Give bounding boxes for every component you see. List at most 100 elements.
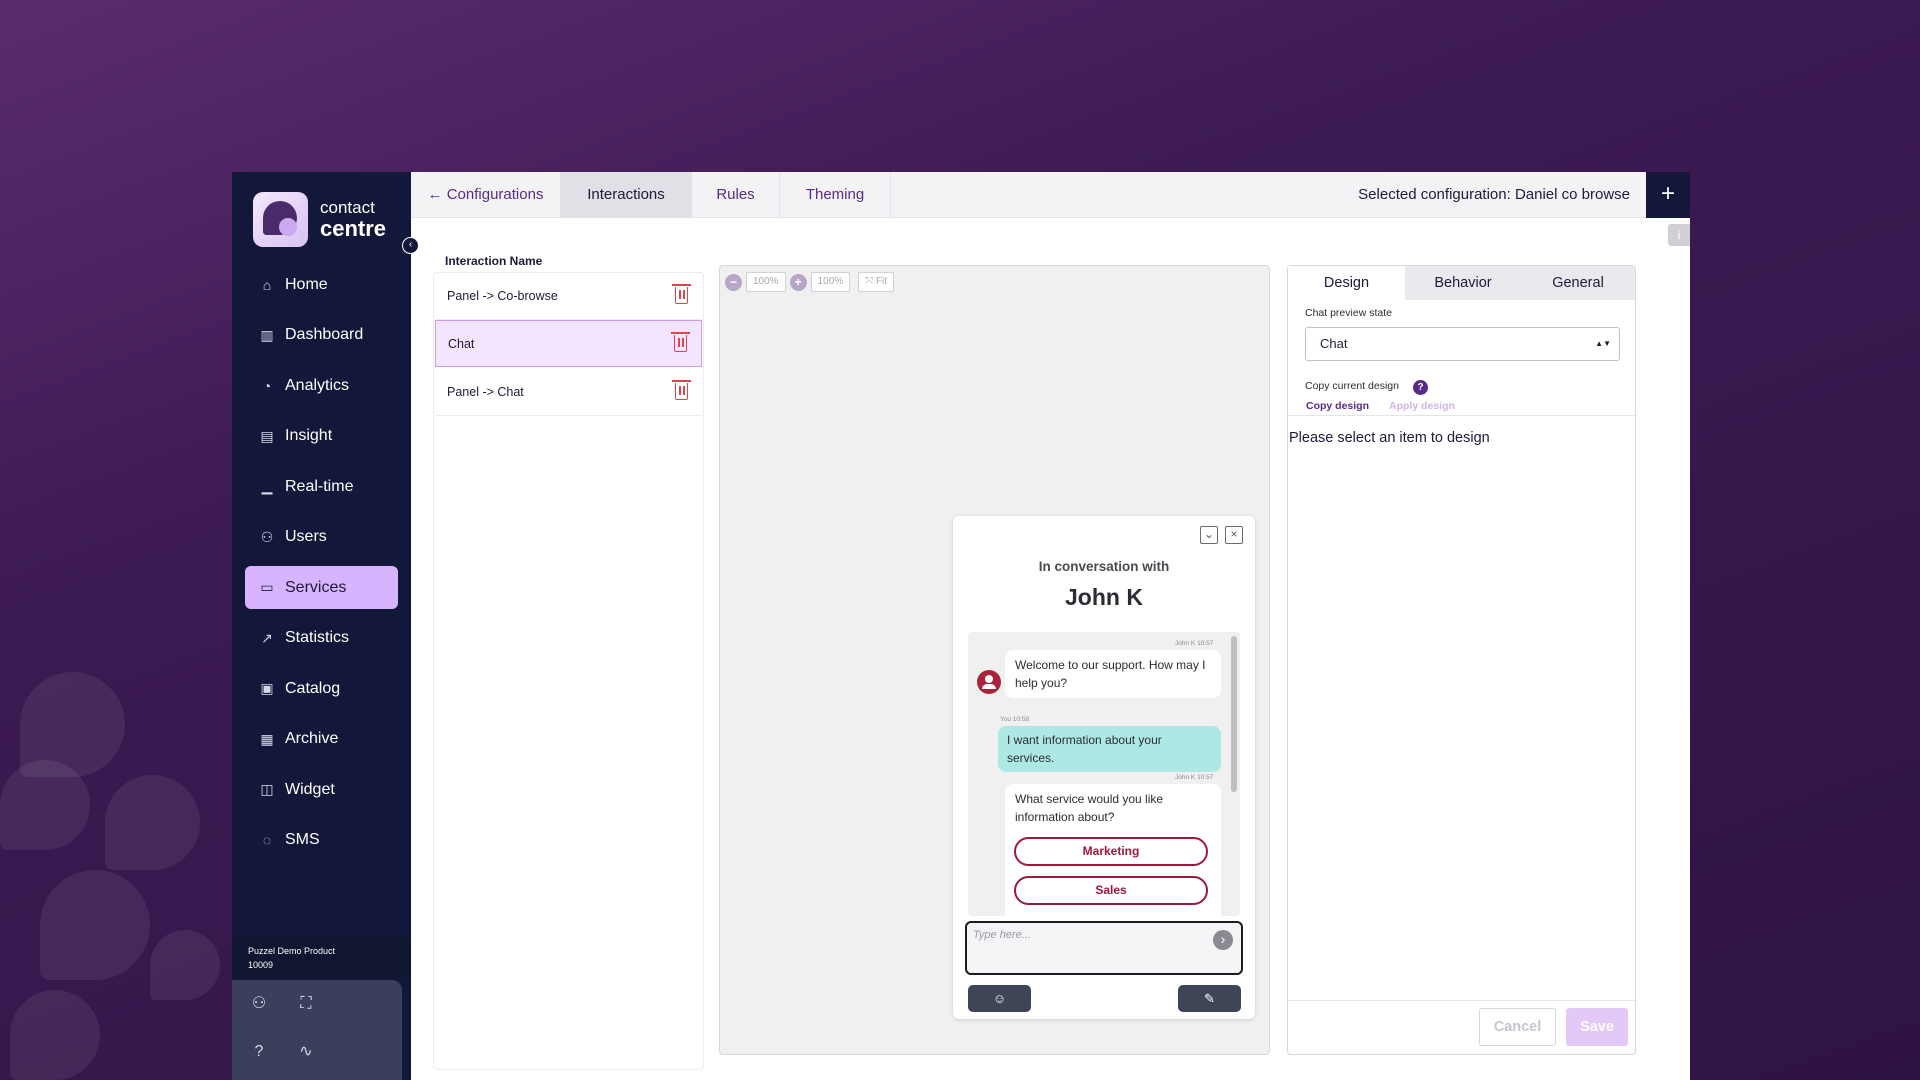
zoom-value[interactable]: 100% (810, 272, 851, 292)
cancel-button[interactable]: Cancel (1479, 1008, 1556, 1046)
chat-preview-state-select[interactable]: Chat ▲▼ (1305, 327, 1620, 361)
list-item[interactable]: Chat (435, 320, 702, 367)
sidebar-nav: ⌂ Home ▥ Dashboard ◔ Analytics ▤ Insight ▁ Re… (245, 263, 398, 869)
tab-rules[interactable]: Rules (692, 172, 780, 218)
sidebar-item-home[interactable]: ⌂ Home (245, 263, 398, 306)
product-id: 10009 (248, 960, 274, 970)
paperclip-icon: ✎ (1204, 991, 1215, 1006)
archive-icon: ▦ (260, 730, 274, 747)
sidebar-item-label: Statistics (285, 629, 350, 646)
list-item[interactable]: Panel -> Co-browse (435, 273, 702, 320)
trash-icon[interactable] (672, 380, 691, 400)
message-area[interactable]: John K 10:57 Welcome to our support. How… (968, 632, 1240, 916)
info-icon[interactable]: i (1668, 224, 1690, 246)
add-button[interactable]: + (1646, 172, 1690, 218)
option-button-marketing[interactable]: Marketing (1014, 837, 1208, 866)
sidebar-item-label: Real-time (285, 477, 354, 495)
sidebar-item-insight[interactable]: ▤ Insight (245, 415, 398, 458)
emoji-icon: ☺ (992, 991, 1007, 1006)
send-icon[interactable]: › (1213, 930, 1233, 950)
sidebar-item-statistics[interactable]: ↗ Statistics (245, 617, 398, 660)
catalog-icon: ▣ (260, 680, 274, 696)
widget-icon: ◫ (260, 781, 274, 797)
fit-label: Fit (875, 276, 888, 287)
trash-icon[interactable] (671, 332, 690, 352)
sidebar-item-label: Insight (285, 427, 333, 444)
tab-design[interactable]: Design (1288, 266, 1405, 300)
zoom-out-button[interactable]: − (725, 273, 742, 291)
selected-value: Chat (1320, 336, 1348, 351)
sidebar-item-analytics[interactable]: ◔ Analytics (245, 364, 398, 407)
brand-line-1: contact (320, 198, 375, 217)
tab-behavior[interactable]: Behavior (1405, 266, 1521, 300)
sidebar-item-label: Catalog (285, 679, 341, 697)
agent-message-text: What service would you like information … (1015, 792, 1164, 824)
tab-configurations-back[interactable]: ← Configurations (411, 172, 561, 218)
divider (1288, 415, 1635, 416)
tab-interactions[interactable]: Interactions (561, 172, 692, 218)
tab-theming[interactable]: Theming (780, 172, 891, 218)
emoji-button[interactable]: ☺ (968, 985, 1031, 1012)
copy-design-label: Copy current design (1305, 380, 1399, 392)
back-label: Configurations (446, 186, 544, 203)
analytics-icon: ◔ (262, 377, 272, 394)
sidebar-item-catalog[interactable]: ▣ Catalog (245, 667, 398, 710)
background-bubble (0, 760, 90, 850)
sidebar-item-services[interactable]: ▭ Services (245, 566, 398, 609)
message-sender: John K (1175, 774, 1196, 781)
background-bubble (10, 990, 100, 1080)
sidebar-item-widget[interactable]: ◫ Widget (245, 768, 398, 811)
interaction-name: Panel -> Co-browse (447, 289, 558, 303)
message-time: 10:58 (1012, 716, 1030, 723)
agent-message: Welcome to our support. How may I help y… (1005, 650, 1221, 698)
sidebar: contact centre ⌂ Home ▥ Dashboard ◔ Analyti… (232, 172, 411, 1080)
logo-icon (253, 192, 308, 247)
sidebar-item-label: Widget (285, 780, 335, 798)
fullscreen-icon[interactable]: ⛶ (294, 992, 318, 1016)
message-sender: John K (1175, 640, 1196, 647)
sidebar-item-realtime[interactable]: ▁ Real-time (245, 465, 398, 508)
sidebar-item-label: Dashboard (285, 326, 364, 343)
agent-avatar-icon (977, 670, 1001, 694)
background-bubble (150, 930, 220, 1000)
profile-icon[interactable]: ⚇ (247, 992, 271, 1016)
close-icon[interactable]: × (1225, 526, 1243, 544)
sidebar-item-label: Users (285, 528, 327, 545)
save-button[interactable]: Save (1566, 1008, 1628, 1046)
home-icon: ⌂ (262, 276, 272, 293)
attach-button[interactable]: ✎ (1178, 985, 1241, 1012)
sidebar-item-sms[interactable]: ◌ SMS (245, 819, 398, 862)
copy-design-button[interactable]: Copy design (1306, 400, 1369, 412)
message-sender: You (1000, 716, 1011, 723)
message-input[interactable]: Type here... › (965, 921, 1243, 975)
sidebar-item-archive[interactable]: ▦ Archive (245, 718, 398, 761)
zoom-value[interactable]: 100% (746, 272, 786, 292)
apply-design-button[interactable]: Apply design (1389, 400, 1455, 412)
dashboard-icon: ▥ (260, 326, 274, 343)
sidebar-item-users[interactable]: ⚇ Users (245, 516, 398, 559)
sidebar-item-dashboard[interactable]: ▥ Dashboard (245, 314, 398, 357)
message-meta: John K 10:57 (1175, 774, 1213, 781)
fit-button[interactable]: ⤧ Fit (858, 272, 895, 292)
list-item[interactable]: Panel -> Chat (435, 369, 702, 416)
scrollbar[interactable] (1231, 636, 1237, 792)
option-button-sales[interactable]: Sales (1014, 876, 1208, 905)
brand-logo[interactable]: contact centre (253, 192, 386, 247)
question-icon[interactable]: ? (1413, 380, 1428, 395)
zoom-in-button[interactable]: + (789, 273, 807, 291)
empty-state-message: Please select an item to design (1289, 430, 1490, 446)
trash-icon[interactable] (672, 284, 691, 304)
brand-line-2: centre (320, 216, 387, 241)
sidebar-item-label: SMS (285, 831, 320, 848)
message-meta: John K 10:57 (1175, 640, 1213, 647)
interaction-name: Chat (448, 336, 475, 351)
sidebar-tools: ⚇ ⛶ ? ∿ (232, 980, 402, 1080)
help-icon[interactable]: ? (247, 1040, 271, 1064)
interaction-list-heading: Interaction Name (445, 254, 543, 268)
sidebar-item-label: Analytics (285, 376, 350, 394)
activity-icon[interactable]: ∿ (294, 1040, 318, 1064)
collapse-sidebar-button[interactable]: ‹ (402, 237, 419, 254)
divider (1288, 1000, 1635, 1001)
minimize-icon[interactable]: ⌄ (1200, 526, 1218, 544)
tab-general[interactable]: General (1521, 266, 1635, 300)
